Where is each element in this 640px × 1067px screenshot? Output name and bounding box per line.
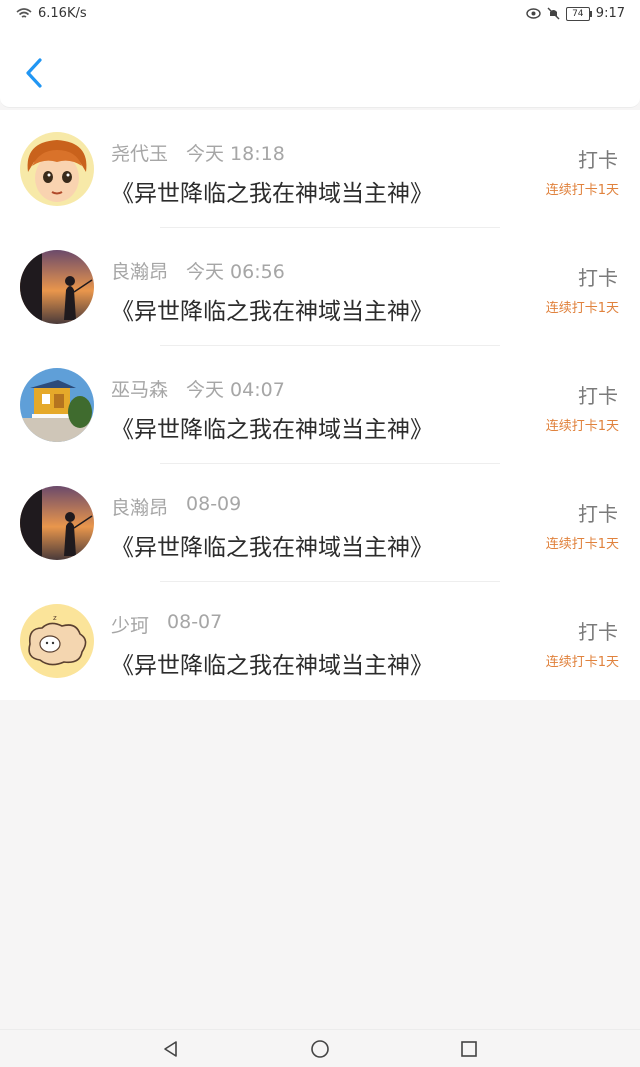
checkin-time: 今天 04:07 <box>186 379 285 401</box>
list-item[interactable]: 巫马森 今天 04:07 《异世降临之我在神域当主神》 打卡 连续打卡1天 <box>0 346 640 464</box>
mute-bell-icon <box>547 7 560 20</box>
streak-label: 连续打卡1天 <box>545 183 619 198</box>
book-title[interactable]: 《异世降临之我在神域当主神》 <box>111 410 433 444</box>
checkin-time: 今天 18:18 <box>186 143 285 165</box>
user-name: 巫马森 <box>111 379 169 401</box>
checkin-button[interactable]: 打卡 <box>578 498 618 527</box>
cartoon-dog-avatar-icon: z <box>20 604 94 678</box>
wifi-icon <box>16 8 32 18</box>
square-recents-icon <box>461 1041 477 1057</box>
nav-recents-button[interactable] <box>459 1039 479 1059</box>
streak-label: 连续打卡1天 <box>545 537 619 552</box>
clock: 9:17 <box>595 6 625 21</box>
avatar[interactable]: z <box>20 604 94 678</box>
checkin-list: 尧代玉 今天 18:18 《异世降临之我在神域当主神》 打卡 连续打卡1天 良瀚… <box>0 110 640 700</box>
checkin-time: 08-09 <box>186 493 242 515</box>
book-title[interactable]: 《异世降临之我在神域当主神》 <box>111 174 433 208</box>
streak-label: 连续打卡1天 <box>545 655 619 670</box>
nav-home-button[interactable] <box>310 1039 330 1059</box>
avatar[interactable] <box>20 250 94 324</box>
user-name: 尧代玉 <box>111 143 169 165</box>
user-name: 少珂 <box>111 615 150 637</box>
checkin-time: 08-07 <box>167 611 223 633</box>
avatar[interactable] <box>20 132 94 206</box>
book-title[interactable]: 《异世降临之我在神域当主神》 <box>111 292 433 326</box>
checkin-button[interactable]: 打卡 <box>578 616 618 645</box>
system-nav-bar <box>0 1029 640 1067</box>
streak-label: 连续打卡1天 <box>545 301 619 316</box>
list-item[interactable]: z 少珂 08-07 《异世降临之我在神域当主神》 打卡 连续打卡1天 <box>0 582 640 700</box>
nav-back-button[interactable] <box>161 1039 181 1059</box>
top-bar <box>0 28 640 108</box>
user-name: 良瀚昂 <box>111 261 169 283</box>
checkin-button[interactable]: 打卡 <box>578 144 618 173</box>
list-item[interactable]: 良瀚昂 08-09 《异世降临之我在神域当主神》 打卡 连续打卡1天 <box>0 464 640 582</box>
streak-label: 连续打卡1天 <box>545 419 619 434</box>
book-title[interactable]: 《异世降临之我在神域当主神》 <box>111 646 433 680</box>
sunset-fishing-avatar-icon <box>20 486 94 560</box>
status-bar: 6.16K/s 74 9:17 <box>0 0 640 28</box>
avatar[interactable] <box>20 368 94 442</box>
avatar[interactable] <box>20 486 94 560</box>
network-speed: 6.16K/s <box>38 6 87 21</box>
eye-icon <box>526 8 541 19</box>
book-title[interactable]: 《异世降临之我在神域当主神》 <box>111 528 433 562</box>
user-name: 良瀚昂 <box>111 497 169 519</box>
checkin-button[interactable]: 打卡 <box>578 380 618 409</box>
chevron-left-icon <box>26 58 42 88</box>
circle-home-icon <box>311 1040 329 1058</box>
battery-indicator: 74 <box>565 6 592 21</box>
checkin-button[interactable]: 打卡 <box>578 262 618 291</box>
triangle-back-icon <box>164 1041 177 1057</box>
list-item[interactable]: 良瀚昂 今天 06:56 《异世降临之我在神域当主神》 打卡 连续打卡1天 <box>0 228 640 346</box>
sunset-fishing-avatar-icon <box>20 250 94 324</box>
anime-boy-avatar-icon <box>20 132 94 206</box>
list-item[interactable]: 尧代玉 今天 18:18 《异世降临之我在神域当主神》 打卡 连续打卡1天 <box>0 110 640 228</box>
back-button[interactable] <box>20 56 50 92</box>
svg-text:z: z <box>53 614 57 622</box>
checkin-time: 今天 06:56 <box>186 261 285 283</box>
lifeguard-tower-avatar-icon <box>20 368 94 442</box>
